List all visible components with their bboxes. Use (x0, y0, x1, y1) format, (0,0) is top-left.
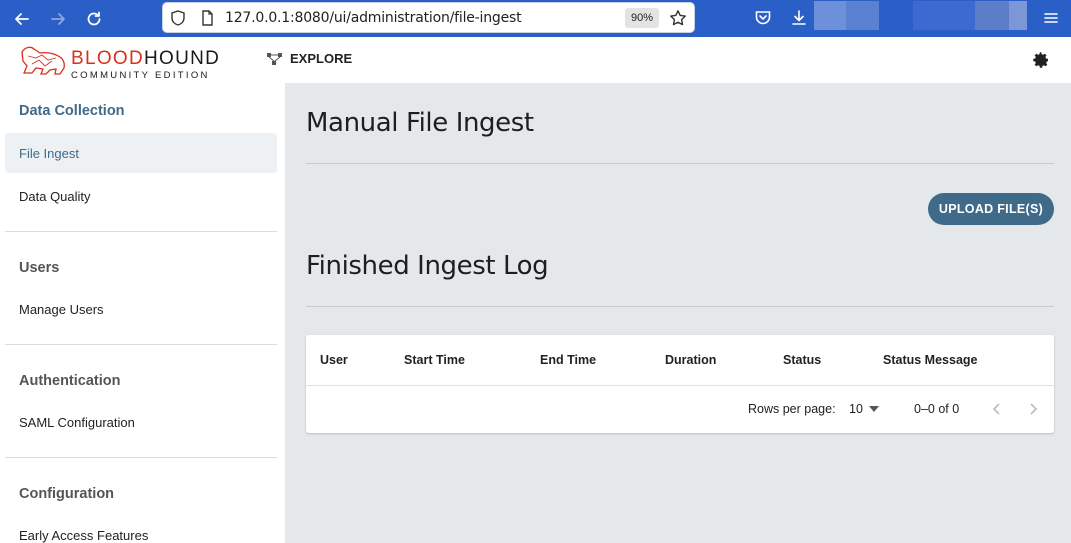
column-header-status[interactable]: Status (783, 353, 821, 367)
menu-icon[interactable] (1042, 9, 1060, 27)
ingest-log-title: Finished Ingest Log (306, 251, 549, 281)
column-header-start-time[interactable]: Start Time (404, 353, 465, 367)
reload-button[interactable] (76, 0, 112, 37)
column-header-status-message[interactable]: Status Message (883, 353, 977, 367)
column-header-end-time[interactable]: End Time (540, 353, 596, 367)
back-button[interactable] (4, 0, 40, 37)
sidebar-section-configuration: Configuration (19, 486, 115, 502)
extension-icon[interactable] (975, 1, 1009, 30)
sidebar-item-early-access-features[interactable]: Early Access Features (19, 528, 148, 543)
rows-per-page-value: 10 (849, 402, 863, 416)
zoom-level-badge[interactable]: 90% (625, 8, 659, 28)
rows-per-page-select[interactable]: 10 (849, 402, 879, 416)
logo-subtitle: COMMUNITY EDITION (71, 70, 210, 81)
column-header-user[interactable]: User (320, 353, 348, 367)
sidebar-item-saml-configuration[interactable]: SAML Configuration (19, 415, 135, 430)
sidebar-divider (5, 457, 277, 458)
pocket-icon[interactable] (754, 9, 772, 27)
address-bar[interactable]: 127.0.0.1:8080/ui/administration/file-in… (162, 2, 695, 33)
admin-sidebar: Data Collection File Ingest Data Quality… (0, 83, 285, 543)
next-page-icon[interactable] (1026, 402, 1040, 416)
sidebar-divider (5, 231, 277, 232)
sidebar-item-data-quality[interactable]: Data Quality (19, 189, 91, 204)
back-arrow-icon (15, 12, 29, 25)
page-icon[interactable] (198, 9, 216, 27)
upload-files-button[interactable]: UPLOAD FILE(S) (928, 193, 1054, 225)
title-divider (306, 163, 1054, 164)
column-header-duration[interactable]: Duration (665, 353, 716, 367)
dropdown-arrow-icon (868, 406, 879, 412)
log-title-divider (306, 306, 1054, 307)
bookmark-star-icon[interactable] (669, 9, 687, 27)
ingest-log-table: User Start Time End Time Duration Status… (306, 335, 1054, 433)
sidebar-item-manage-users[interactable]: Manage Users (19, 302, 104, 317)
sidebar-section-authentication: Authentication (19, 373, 121, 389)
logo-word-red: BLOOD (71, 48, 145, 69)
download-icon[interactable] (790, 9, 808, 27)
graph-icon (267, 52, 282, 65)
rows-per-page-label: Rows per page: (748, 402, 836, 416)
browser-toolbar: 127.0.0.1:8080/ui/administration/file-in… (0, 0, 1071, 37)
extension-icon[interactable] (1009, 1, 1027, 30)
reload-icon (87, 11, 101, 25)
bloodhound-logo[interactable]: BLOODHOUND COMMUNITY EDITION (18, 42, 220, 81)
forward-button[interactable] (40, 0, 76, 37)
sidebar-item-file-ingest[interactable]: File Ingest (19, 146, 79, 161)
extension-icon[interactable] (814, 1, 846, 30)
url-text[interactable]: 127.0.0.1:8080/ui/administration/file-in… (225, 10, 522, 26)
page-title: Manual File Ingest (306, 108, 534, 138)
logo-word-dark: HOUND (144, 48, 221, 69)
shield-icon[interactable] (169, 9, 187, 27)
previous-page-icon[interactable] (990, 402, 1004, 416)
table-header-divider (306, 385, 1054, 386)
sidebar-divider (5, 344, 277, 345)
sidebar-section-data-collection: Data Collection (19, 103, 125, 119)
pagination-range: 0–0 of 0 (914, 402, 960, 416)
sidebar-section-users: Users (19, 260, 60, 276)
extension-icon[interactable] (846, 1, 879, 30)
main-content: Manual File Ingest UPLOAD FILE(S) Finish… (285, 83, 1071, 543)
forward-arrow-icon (51, 12, 65, 25)
extension-icon[interactable] (913, 1, 975, 30)
hound-logo-icon (21, 46, 65, 75)
logo-wordmark: BLOODHOUND (71, 48, 220, 70)
app-header: BLOODHOUND COMMUNITY EDITION EXPLORE (0, 37, 1071, 83)
explore-nav-link[interactable]: EXPLORE (266, 51, 352, 66)
gear-icon[interactable] (1031, 50, 1051, 70)
explore-label: EXPLORE (290, 51, 353, 66)
